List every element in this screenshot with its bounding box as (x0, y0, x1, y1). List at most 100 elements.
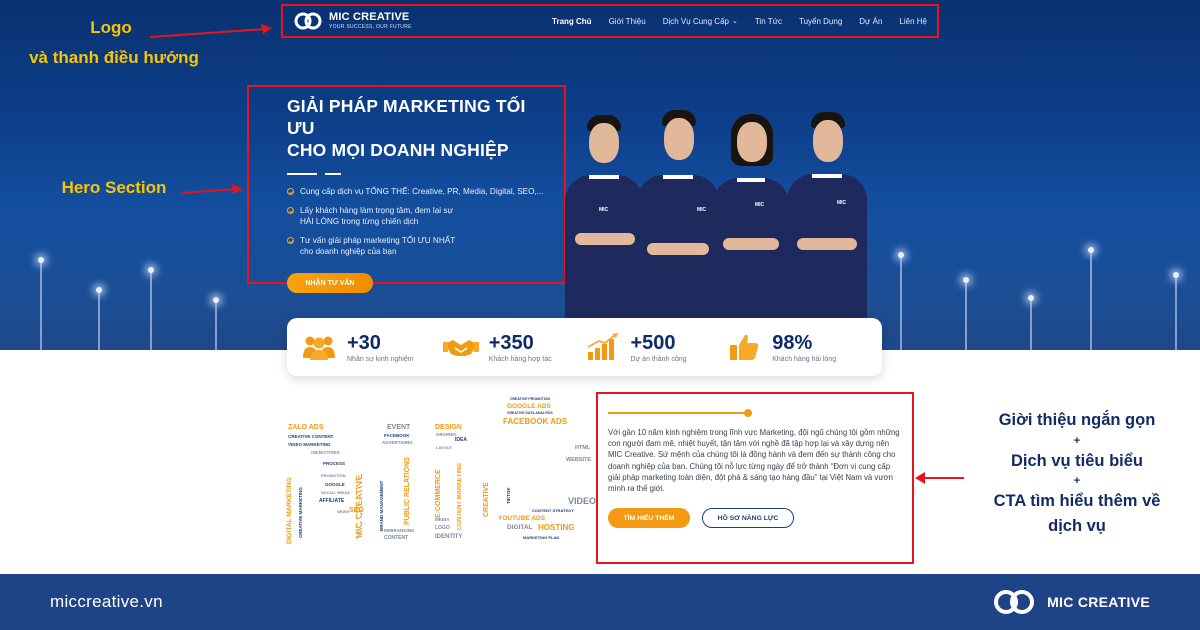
intro-section: Với gần 10 năm kinh nghiệm trong lĩnh vự… (596, 392, 914, 564)
stat-projects: +500 Dự án thành công (585, 332, 727, 363)
stat-label: Khách hàng hợp tác (488, 355, 552, 363)
stat-satisfaction: 98% Khách hàng hài lòng (726, 332, 868, 363)
hero-bullet-text: HÀI LÒNG trong từng chiến dịch (300, 217, 419, 226)
word: WEBSITE (566, 457, 592, 463)
stat-label: Nhân sự kinh nghiệm (347, 355, 414, 363)
word: PROCESS (323, 461, 346, 466)
handshake-icon (442, 340, 479, 356)
word: FACEBOOK (384, 433, 410, 438)
nav-item-projects[interactable]: Dự Án (859, 17, 882, 26)
nav-item-services-label: Dịch Vụ Cung Cấp (662, 16, 729, 26)
chevron-down-icon: ⌄ (731, 18, 738, 25)
word: CREATIVE (483, 482, 490, 517)
intro-paragraph: Với gần 10 năm kinh nghiệm trong lĩnh vự… (608, 428, 900, 494)
hero-bullet-text: Cung cấp dịch vụ TỔNG THỂ: Creative, PR,… (300, 187, 544, 196)
word: GOOGLE (325, 482, 345, 487)
word: MEDIA (435, 517, 450, 522)
check-circle-icon (287, 188, 294, 195)
shirt-logo: MIC (599, 207, 609, 213)
word: PUBLIC RELATIONS (404, 457, 411, 525)
word: E-COMMERCE (435, 469, 442, 518)
learn-more-button[interactable]: TÌM HIỂU THÊM (608, 508, 690, 529)
hero-title-line-1: GIẢI PHÁP MARKETING TỐI ƯU (287, 96, 526, 138)
annotation-logo-title: Logo (90, 18, 132, 37)
company-profile-button[interactable]: HỒ SƠ NĂNG LỰC (702, 508, 794, 529)
word: HOSTING (538, 523, 575, 532)
stat-label: Dự án thành công (630, 355, 687, 363)
stat-value: +500 (630, 331, 676, 354)
hero-bullet-text: cho doanh nghiệp của bạn (300, 247, 397, 256)
team-icon (303, 336, 335, 360)
nav-item-news[interactable]: Tin Tức (755, 17, 782, 26)
arrow-right-icon (181, 184, 243, 194)
word: IDENTITY (435, 534, 463, 540)
word: FACEBOOK ADS (503, 417, 568, 426)
logo-name: MIC CREATIVE (329, 11, 410, 23)
services-word-cloud: ZALO ADS CREATIVE CONTENT VIDEO MARKETIN… (285, 397, 597, 546)
annotation-logo-subtitle: và thanh điều hướng (29, 48, 199, 67)
word: CREATIVE DATA ANALYSIS (507, 411, 553, 415)
annotation-intro: Giời thiệu ngắn gọn + Dịch vụ tiêu biểu … (968, 408, 1186, 538)
arrow-right-icon (149, 24, 272, 38)
site-logo[interactable]: MIC CREATIVE YOUR SUCCESS, OUR FUTURE (293, 10, 412, 32)
word: NEWS (337, 509, 349, 514)
word: MARKETING PLAN (523, 535, 560, 540)
arrow-left-icon (915, 472, 964, 484)
footer-bar: miccreative.vn MIC CREATIVE (0, 574, 1200, 630)
hero-bullet: Lấy khách hàng làm trọng tâm, đem lại sự… (287, 205, 552, 227)
hero-title-line-2: CHO MỌI DOANH NGHIỆP (287, 140, 509, 160)
annotation-intro-line: dịch vụ (1048, 516, 1106, 535)
word: GOOGLE ADS (507, 403, 551, 410)
consult-button[interactable]: NHẬN TƯ VẤN (287, 273, 373, 293)
intro-decor-line (608, 409, 752, 417)
word: CONTENT STRATEGY (532, 508, 574, 513)
logo-slogan: YOUR SUCCESS, OUR FUTURE (329, 24, 412, 30)
shirt-logo: MIC (837, 200, 847, 206)
word: LAYOUT (436, 445, 453, 450)
hero-title: GIẢI PHÁP MARKETING TỐI ƯU CHO MỌI DOANH… (287, 95, 552, 161)
word: VIDEO (568, 496, 597, 506)
hero-bullet-text: Tư vấn giải pháp marketing TỐI ƯU NHẤT (300, 236, 456, 245)
word: GRAPHIC (436, 432, 457, 437)
annotation-intro-line: + (1073, 475, 1081, 488)
word: EVENT (387, 424, 411, 431)
word: TIKTOK (506, 487, 511, 504)
word: SOCIAL MEDIA (321, 490, 351, 495)
hero-divider (287, 173, 552, 175)
word: HTML (575, 445, 591, 451)
word: DIGITAL (507, 524, 533, 531)
stat-staff: +30 Nhân sự kinh nghiệm (301, 332, 443, 363)
check-circle-icon (287, 207, 294, 214)
check-circle-icon (287, 237, 294, 244)
word: AFFILIATE (319, 498, 345, 504)
infinity-logo-icon (994, 590, 1035, 614)
word: REBRANDING (384, 528, 415, 533)
word: PROMOTION (321, 473, 346, 478)
footer-website-link[interactable]: miccreative.vn (50, 592, 163, 612)
hero-section: GIẢI PHÁP MARKETING TỐI ƯU CHO MỌI DOANH… (247, 85, 566, 293)
stat-label: Khách hàng hài lòng (772, 355, 837, 363)
word: CREATIVE CONTENT (288, 434, 334, 439)
annotation-hero: Hero Section (61, 178, 167, 197)
team-photo: MIC MIC MIC MIC (565, 100, 870, 330)
nav-item-careers[interactable]: Tuyển Dụng (799, 17, 842, 26)
word: IDEA (455, 437, 467, 443)
word: OBJECTIVES (311, 450, 340, 455)
word: MIC CREATIVE (354, 472, 364, 541)
word: CREATIVE MARKETING (298, 487, 303, 538)
nav-item-services[interactable]: Dịch Vụ Cung Cấp ⌄ (663, 17, 738, 26)
hero-bullet: Tư vấn giải pháp marketing TỐI ƯU NHẤT c… (287, 235, 552, 257)
nav-item-about[interactable]: Giới Thiệu (609, 17, 646, 26)
nav-item-contact[interactable]: Liên Hệ (899, 17, 927, 26)
nav-item-home[interactable]: Trang Chủ (552, 17, 592, 26)
growth-chart-icon (587, 333, 618, 360)
footer-brand-name: MIC CREATIVE (1047, 594, 1150, 610)
word: ZALO ADS (288, 424, 324, 431)
annotation-intro-line: Dịch vụ tiêu biểu (1010, 451, 1144, 470)
word: DIGITAL MARKETING (286, 477, 293, 544)
stat-value: 98% (772, 331, 813, 354)
infinity-logo-icon (294, 12, 322, 30)
word: CONTENT MARKETING (457, 463, 463, 530)
word: ADVERTISING (382, 440, 413, 445)
word: DESIGN (435, 424, 462, 431)
